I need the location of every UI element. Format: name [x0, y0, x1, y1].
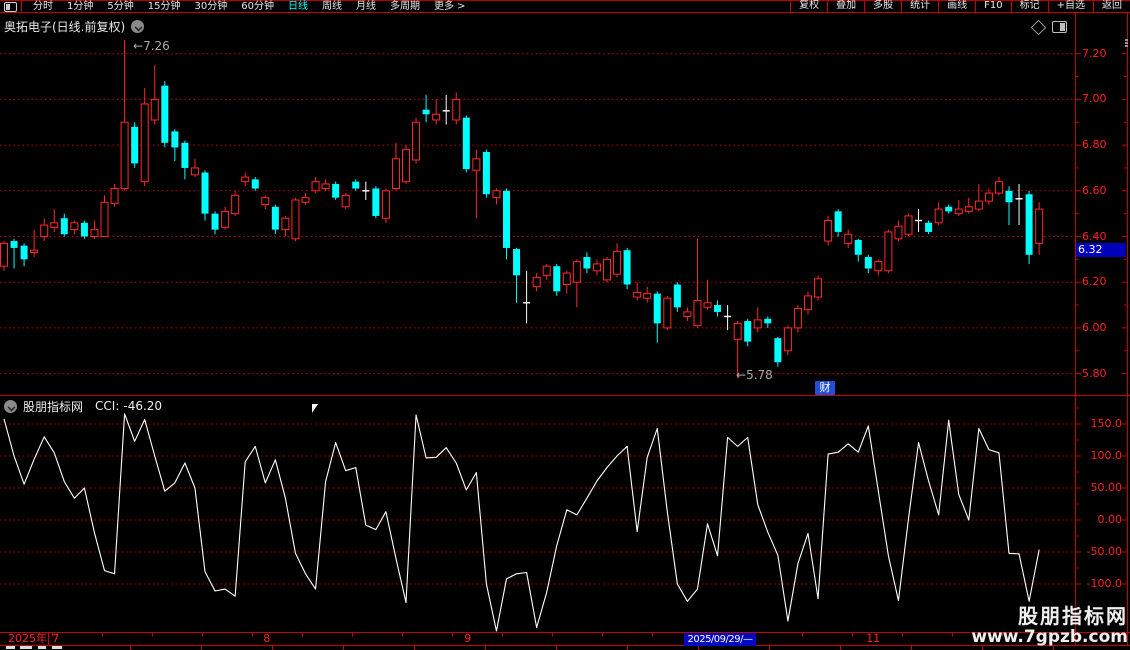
clipped-text-fragment — [52, 646, 62, 649]
cci-axis-label: 100.0 — [1090, 449, 1123, 462]
last-price-badge: 6.32 — [1076, 243, 1126, 257]
high-price-annotation: ←7.26 — [133, 39, 170, 53]
indicator-value: -46.20 — [123, 399, 163, 413]
resize-grip[interactable] — [1125, 38, 1129, 48]
page-title: 奥拓电子(日线.前复权) — [4, 19, 126, 34]
month-label-9: 9 — [464, 632, 472, 645]
indicator-source: 股朋指标网 — [23, 399, 84, 414]
year-label: 2025年 — [8, 632, 47, 645]
cci-axis-label: 50.00 — [1090, 481, 1123, 494]
price-axis-label: 5.80 — [1082, 366, 1107, 380]
cci-axis-label: 150.0 — [1090, 417, 1123, 430]
indicator-header: 股朋指标网 CCI: -46.20 — [0, 398, 162, 414]
price-axis-label: 6.80 — [1082, 138, 1107, 152]
watermark-site-name: 股朋指标网 — [1018, 604, 1128, 628]
title-row-icons — [1030, 19, 1067, 35]
price-axis-label: 7.00 — [1082, 92, 1107, 106]
indicator-name: CCI: — [95, 399, 120, 413]
chevron-down-icon[interactable] — [131, 19, 145, 33]
month-label-11: 11 — [866, 632, 881, 645]
price-axis-label: 6.60 — [1082, 183, 1107, 197]
month-label-7: 7 — [52, 632, 60, 645]
watermark-url: www.7gpzb.com — [971, 627, 1128, 647]
cci-axis-label: -100.0 — [1086, 577, 1122, 590]
panel-toggle-icon[interactable] — [1052, 21, 1067, 33]
clipped-text-fragment — [38, 646, 46, 649]
clipped-text-fragment — [20, 646, 32, 649]
diamond-icon[interactable] — [1030, 19, 1047, 35]
price-axis-label: 6.20 — [1082, 275, 1107, 289]
selected-date-badge: 2025/09/29/— — [684, 632, 756, 646]
price-axis-label: 6.00 — [1082, 320, 1107, 334]
cci-axis-label: 0.00 — [1097, 513, 1123, 526]
chart-title-row: 奥拓电子(日线.前复权) — [0, 15, 145, 37]
news-event-badge[interactable]: 财 — [815, 381, 835, 395]
watermark: 股朋指标网 www.7gpzb.com — [971, 605, 1128, 647]
price-axis-label: 7.20 — [1082, 46, 1107, 60]
cci-axis-label: -50.00 — [1086, 545, 1122, 558]
chevron-down-icon[interactable] — [4, 399, 17, 413]
candlestick-chart[interactable] — [0, 0, 1130, 650]
low-price-annotation: ←5.78 — [736, 368, 773, 382]
mouse-cursor — [312, 404, 318, 413]
clipped-text-fragment — [6, 646, 15, 649]
trading-terminal: 分时 1分钟 5分钟 15分钟 30分钟 60分钟 日线 周线 月线 多周期 更多 > 复权 叠加 多股… — [0, 0, 1130, 650]
month-label-8: 8 — [263, 632, 271, 645]
price-axis-label: 6.40 — [1082, 229, 1107, 243]
